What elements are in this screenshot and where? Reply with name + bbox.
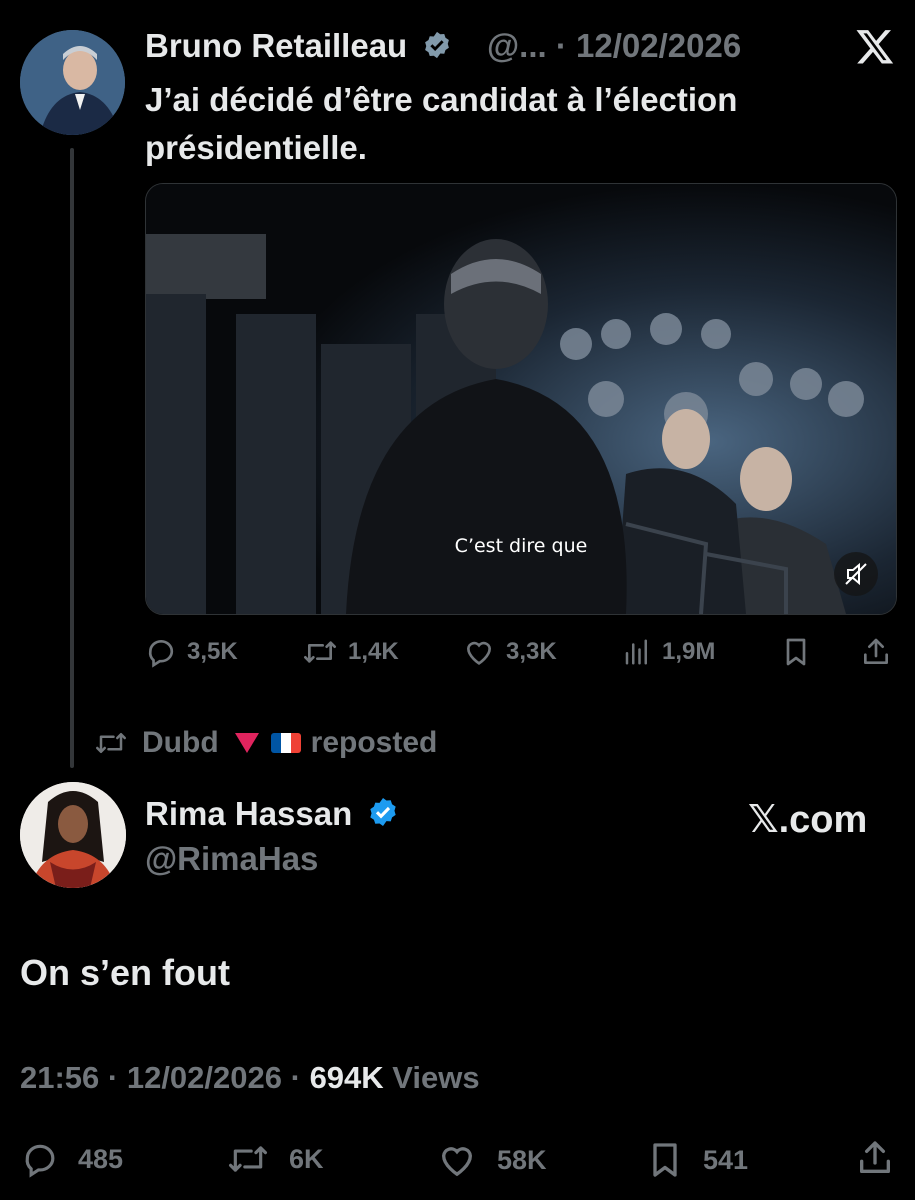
author-handle[interactable]: @RimaHas <box>145 840 318 878</box>
video-frame: C’est dire que <box>146 184 896 614</box>
verified-badge-icon <box>425 31 450 59</box>
like-icon <box>441 1147 473 1177</box>
bookmark-icon <box>786 638 806 666</box>
repost-icon <box>228 1146 267 1172</box>
reply-button[interactable]: 485 <box>20 1140 123 1178</box>
reply-icon <box>148 639 174 668</box>
reply-button[interactable]: 3,5K <box>145 636 238 668</box>
views-button[interactable]: 1,9M <box>622 636 715 668</box>
repost-button[interactable]: 1,4K <box>302 636 399 668</box>
tweet-meta: 21:56 · 12/02/2026 · 694K Views <box>20 1060 480 1096</box>
bookmark-button[interactable] <box>780 636 822 668</box>
video-subtitle: C’est dire que <box>455 535 588 557</box>
views-icon <box>625 639 647 665</box>
timestamp[interactable]: 21:56 · 12/02/2026 · <box>20 1060 301 1095</box>
french-flag-icon <box>270 733 301 753</box>
like-button[interactable]: 58K <box>435 1140 547 1180</box>
share-button[interactable] <box>860 636 902 668</box>
bookmark-button[interactable]: 541 <box>645 1140 748 1180</box>
like-icon <box>466 641 492 665</box>
thread-connector-line <box>70 148 74 768</box>
x-logo-icon[interactable] <box>855 26 895 66</box>
red-triangle-icon <box>234 733 259 753</box>
repost-button[interactable]: 6K <box>225 1140 324 1178</box>
views-count: 694K <box>309 1060 384 1095</box>
bookmark-icon <box>653 1143 677 1177</box>
video-player[interactable]: C’est dire que <box>145 183 897 615</box>
avatar-rima-hassan[interactable] <box>20 782 126 888</box>
mute-icon <box>845 562 867 586</box>
repost-banner[interactable]: Dubd reposted <box>92 726 447 760</box>
author-name[interactable]: Bruno Retailleau <box>145 27 452 65</box>
verified-badge-icon <box>370 798 397 826</box>
author-name[interactable]: Rima Hassan <box>145 795 399 833</box>
handle-and-date: @... · 12/02/2026 <box>487 27 742 64</box>
tweet-text: On s’en fout <box>20 952 230 993</box>
share-button[interactable] <box>855 1138 905 1178</box>
repost-icon <box>96 733 126 753</box>
avatar-bruno-retailleau[interactable] <box>20 30 125 135</box>
site-label: 𝕏.com <box>748 799 868 841</box>
share-icon <box>860 1141 890 1173</box>
mute-button[interactable] <box>834 552 878 596</box>
tweet-text: J’ai décidé d’être candidat à l’élection… <box>145 81 738 166</box>
like-button[interactable]: 3,3K <box>462 636 557 668</box>
reposter-name[interactable]: Dubd <box>142 726 219 760</box>
views-label: Views <box>392 1060 480 1095</box>
share-icon <box>864 638 888 664</box>
reply-icon <box>25 1144 55 1178</box>
repost-icon <box>304 641 336 663</box>
reposted-label: reposted <box>310 726 438 759</box>
